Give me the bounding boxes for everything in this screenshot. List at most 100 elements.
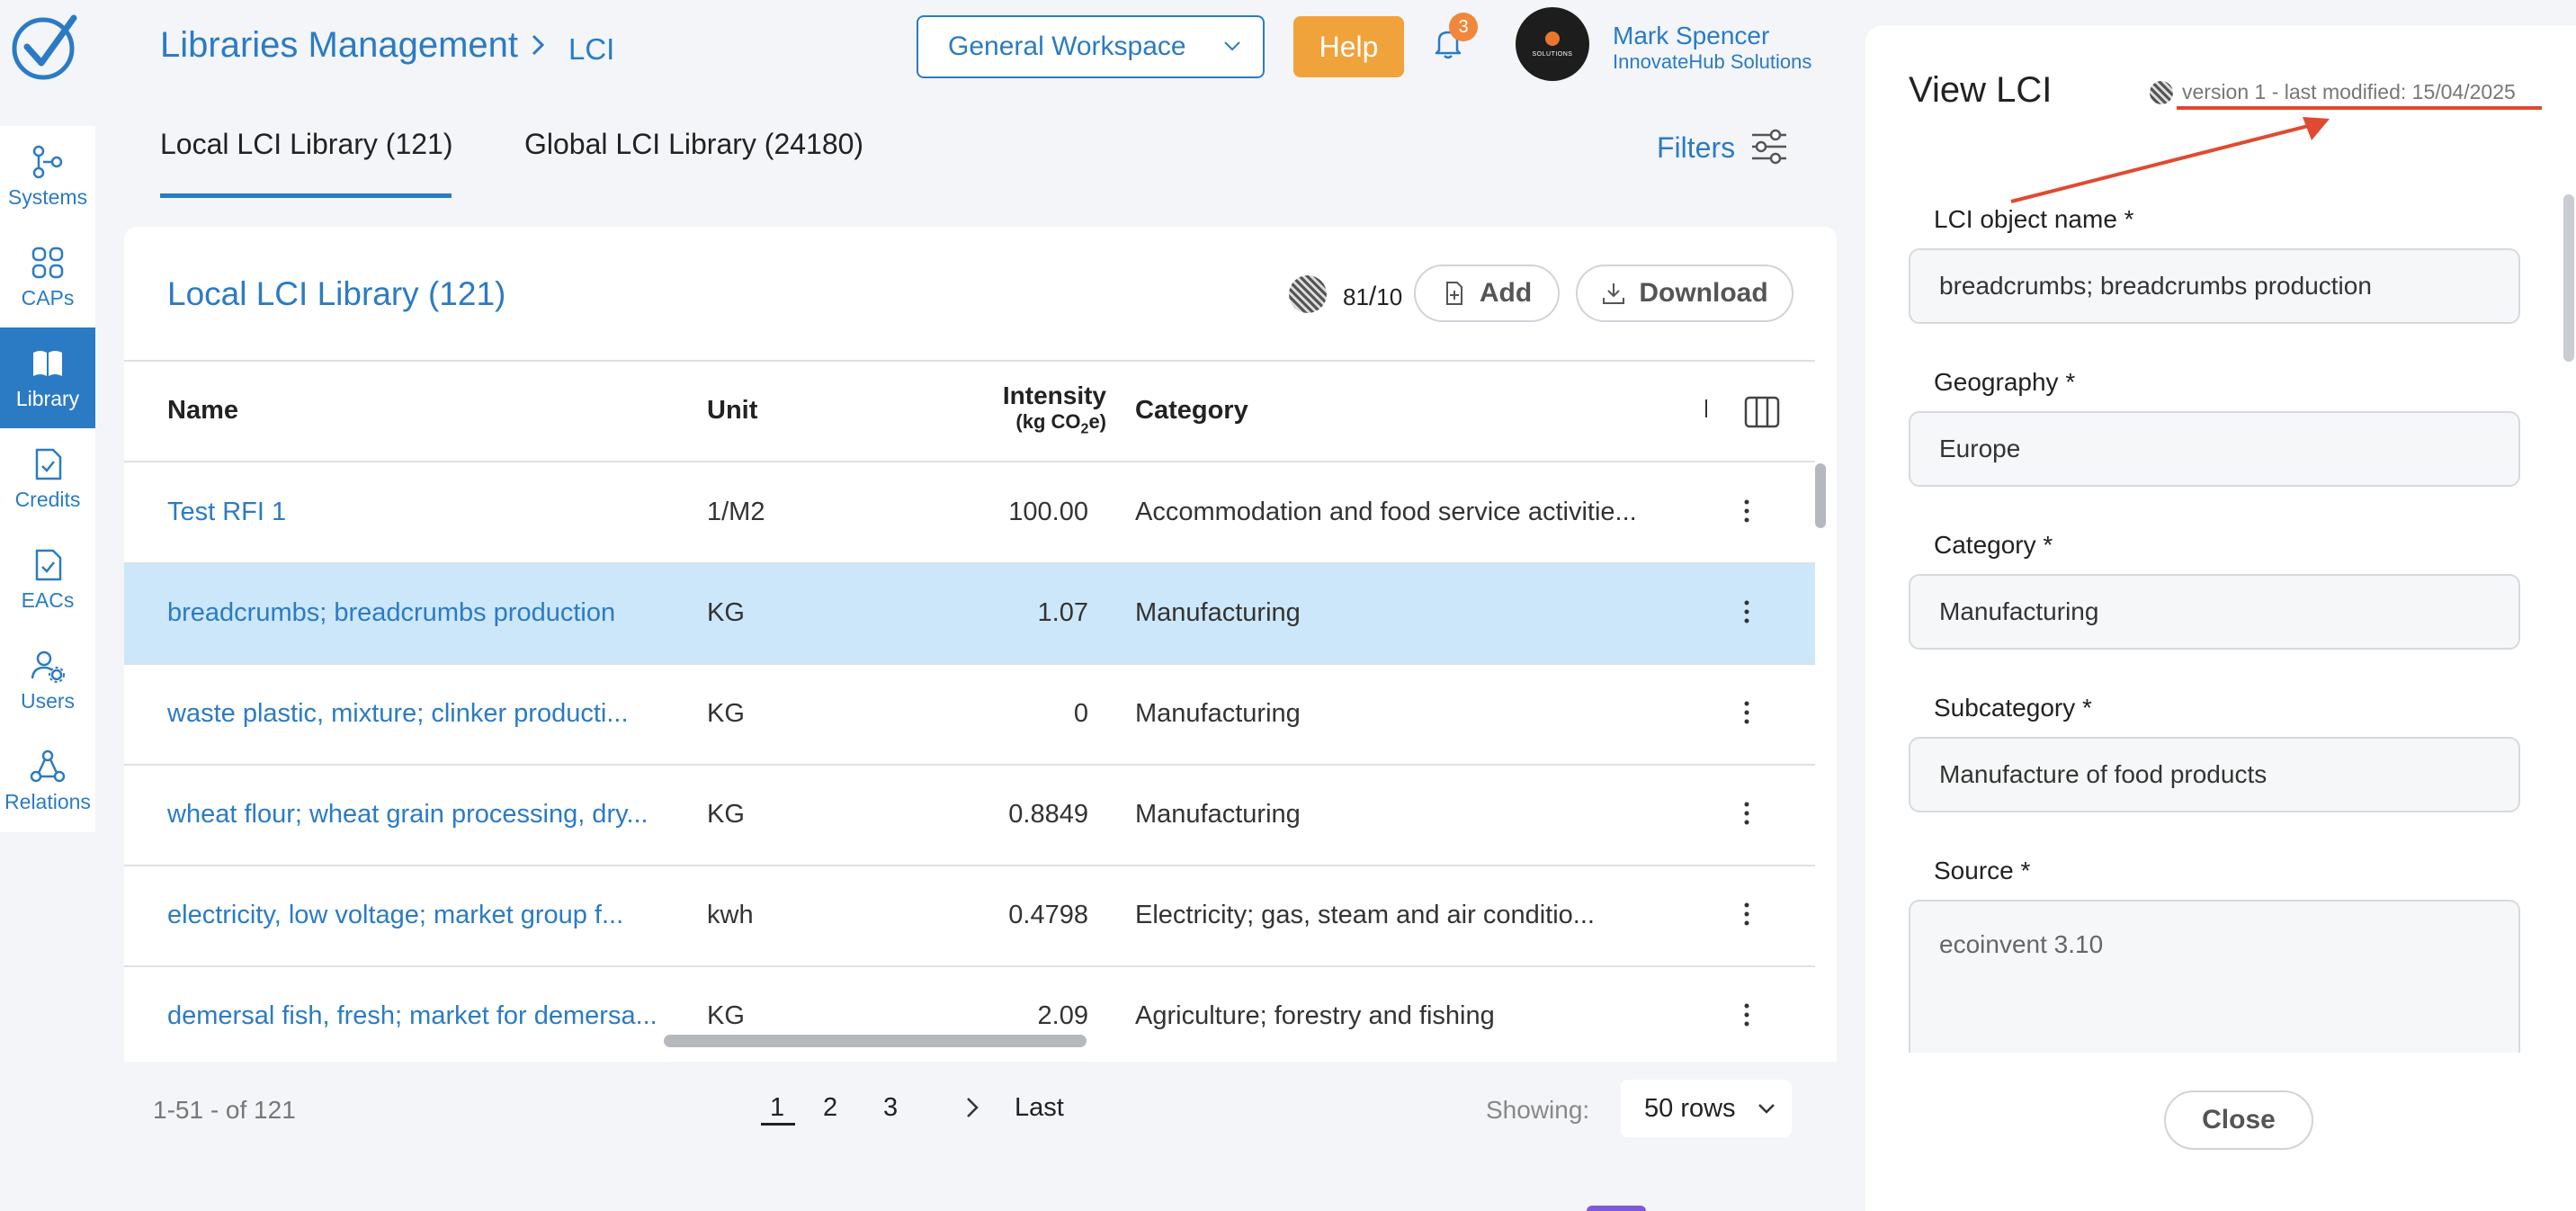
row-category: Electricity; gas, steam and air conditio… [1135,901,1595,929]
avatar[interactable]: SOLUTIONS [1516,7,1589,81]
field-input[interactable]: ecoinvent 3.10 [1909,900,2520,1053]
user-org: InnovateHub Solutions [1613,50,1812,73]
chevron-right-icon[interactable] [961,1096,984,1119]
row-intensity: 0 [1073,699,1088,728]
kebab-menu-icon[interactable] [1743,901,1750,928]
filters-button[interactable]: Filters [1657,131,1735,165]
field-label: Source * [1934,857,2031,884]
field-input[interactable]: Europe [1909,411,2520,487]
notification-badge: 3 [1449,13,1478,41]
pagination-range: 1-51 - of 121 [153,1096,296,1124]
rows-per-page-value: 50 rows [1644,1093,1736,1123]
sidebar-item-credits[interactable]: Credits [0,428,95,529]
row-name[interactable]: breadcrumbs; breadcrumbs production [167,598,615,628]
active-tab-indicator [160,193,452,198]
showing-label: Showing: [1486,1096,1590,1124]
sidebar: Systems CAPs Library Credits EACs Users … [0,126,95,832]
field-label: LCI object name * [1934,205,2134,233]
item-ratio: 81/10 [1343,282,1403,311]
download-button[interactable]: Download [1576,265,1793,322]
kebab-menu-icon[interactable] [1743,498,1750,525]
add-button[interactable]: Add [1414,265,1560,322]
help-button[interactable]: Help [1293,16,1404,77]
kebab-menu-icon[interactable] [1743,598,1750,625]
avatar-text: SOLUTIONS [1532,50,1573,58]
field-label: Category * [1934,531,2053,559]
table-row[interactable]: Test RFI 1 1/M2 100.00 Accommodation and fo… [124,463,1815,564]
chevron-down-icon [1758,1104,1775,1114]
add-button-label: Add [1479,278,1533,308]
row-name[interactable]: demersal fish, fresh; market for demersa… [167,1001,657,1031]
breadcrumb-leaf: LCI [568,32,615,66]
sidebar-item-caps[interactable]: CAPs [0,227,95,327]
sidebar-item-users[interactable]: Users [0,630,95,731]
floating-widget-edge[interactable] [1587,1206,1646,1211]
annotation-arrow-icon [2010,117,2330,203]
table-row[interactable]: breadcrumbs; breadcrumbs production KG 1.0… [124,564,1815,665]
users-icon [31,650,65,683]
user-name[interactable]: Mark Spencer [1613,22,1769,50]
column-header-unit[interactable]: Unit [707,396,757,426]
sidebar-item-systems[interactable]: Systems [0,126,95,227]
row-name[interactable]: electricity, low voltage; market group f… [167,901,623,930]
row-unit: KG [707,1001,745,1030]
kebab-menu-icon[interactable] [1743,800,1750,827]
sidebar-item-relations[interactable]: Relations [0,731,95,831]
table-top-divider [124,360,1815,362]
columns-icon[interactable] [1744,396,1780,428]
row-name[interactable]: Test RFI 1 [167,498,286,527]
column-header-intensity[interactable]: Intensity (kg CO2e) [962,381,1106,437]
row-category: Accommodation and food service activitie… [1135,498,1637,526]
intensity-label: Intensity [1002,381,1106,409]
field-label: Geography * [1934,368,2076,396]
table-row[interactable]: waste plastic, mixture; clinker producti… [124,665,1815,766]
download-button-label: Download [1639,278,1768,308]
sidebar-item-library[interactable]: Library [0,327,95,428]
file-add-icon [1445,282,1462,305]
chevron-down-icon [1224,41,1240,51]
column-header-category[interactable]: Category [1135,396,1248,426]
sidebar-item-eacs[interactable]: EACs [0,529,95,630]
tab-local-library[interactable]: Local LCI Library (121) [160,128,452,161]
row-unit: KG [707,800,745,829]
intensity-unit: (kg CO2e) [1015,410,1106,437]
sliders-icon[interactable] [1749,126,1790,167]
field-label: Subcategory * [1934,694,2092,722]
panel-title: View LCI [1909,70,2053,110]
row-category: Manufacturing [1135,800,1301,829]
close-button[interactable]: Close [2164,1090,2313,1150]
kebab-menu-icon[interactable] [1743,1001,1750,1028]
field-input[interactable]: Manufacture of food products [1909,737,2520,812]
table-row[interactable]: demersal fish, fresh; market for demersa… [124,967,1815,1068]
last-page-button[interactable]: Last [1015,1093,1064,1123]
sidebar-item-label: CAPs [21,285,75,309]
sidebar-item-label: Systems [7,184,88,209]
row-category: Agriculture; forestry and fishing [1135,1001,1495,1030]
table-row[interactable]: wheat flour; wheat grain processing, dry… [124,766,1815,866]
row-name[interactable]: waste plastic, mixture; clinker producti… [167,699,629,729]
field-input[interactable]: Manufacturing [1909,574,2520,650]
library-icon [33,350,62,376]
kebab-menu-icon[interactable] [1743,699,1750,726]
row-intensity: 2.09 [1037,1001,1088,1030]
sidebar-item-label: EACs [21,588,75,612]
row-category: Manufacturing [1135,598,1301,627]
page-1[interactable]: 1 [770,1093,784,1123]
panel-scrollbar[interactable] [2563,194,2574,362]
workspace-select[interactable]: General Workspace [917,15,1265,78]
field-input[interactable]: breadcrumbs; breadcrumbs production [1909,248,2520,324]
credits-icon [35,448,62,480]
avatar-logo-icon [1545,31,1560,46]
page-3[interactable]: 3 [883,1093,898,1123]
row-intensity: 1.07 [1037,598,1088,627]
rows-per-page-select[interactable]: 50 rows [1621,1080,1792,1137]
table-vertical-scrollbar[interactable] [1815,463,1826,528]
table-horizontal-scrollbar[interactable] [664,1035,1087,1047]
row-name[interactable]: wheat flour; wheat grain processing, dry… [167,800,648,830]
breadcrumb-root[interactable]: Libraries Management [160,25,518,66]
tab-global-library[interactable]: Global LCI Library (24180) [524,128,863,161]
page-2[interactable]: 2 [823,1093,837,1123]
table-row[interactable]: electricity, low voltage; market group f… [124,866,1815,967]
row-unit: 1/M2 [707,498,765,526]
column-header-name[interactable]: Name [167,396,238,426]
